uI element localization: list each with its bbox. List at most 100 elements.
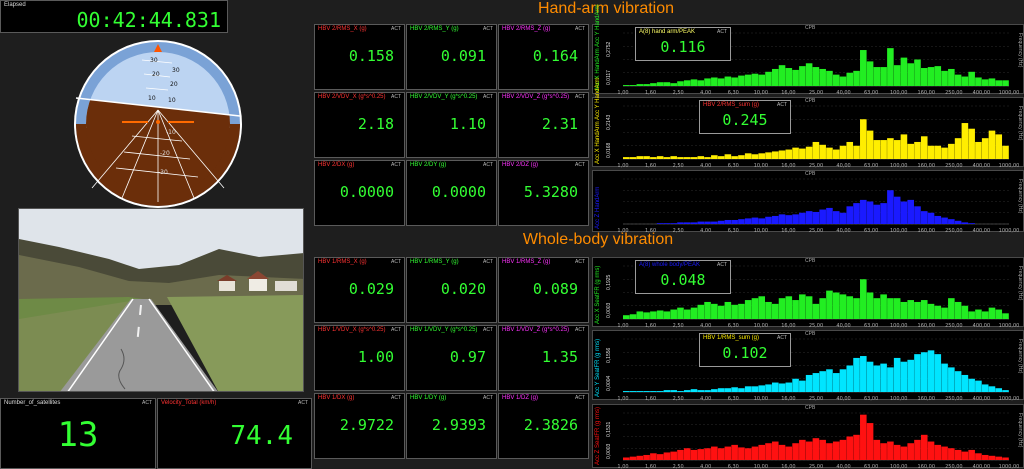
metric-value: 0.164 [532,47,578,65]
spectrum-bar [819,298,826,319]
spectrum-bar [900,201,908,224]
spectrum-bar [812,438,820,460]
spectrum-bar [724,446,732,460]
overlay-label: HBV 1/RMS_sum (g) [703,335,760,341]
x-tick-label: 25,00 [809,163,823,168]
x-tick-label: 40,00 [836,163,850,168]
spectrum-bar [927,350,935,392]
spectrum-bar [846,72,854,86]
x-tick-label: 1,60 [645,90,656,95]
spectrum-bar [893,65,901,86]
spectrum-bar [765,152,772,160]
x-tick-label: 16,00 [781,396,795,401]
spectrum-bar [805,63,813,86]
spectrum-bar [792,214,799,224]
spectrum-bar [954,138,962,159]
spectrum-bar [927,145,935,159]
spectrum-bar [907,359,914,392]
spectrum-bar [934,444,942,460]
x-tick-label: 16,00 [781,163,795,168]
spectrum-bar [629,157,637,159]
spectrum-bar [941,363,948,392]
metric-value: 2.9722 [339,416,394,434]
act-indicator: ACT [575,327,585,333]
spectrum-bar [920,300,928,319]
spectrum-bar [704,301,711,319]
x-tick-label: 6,30 [728,396,739,401]
spectrum-bar [893,196,901,224]
spectrum-bar [832,292,840,319]
spectrum-bar [697,221,705,224]
elapsed-value: 00:42:44.831 [76,8,222,32]
x-tick-label: 1,60 [645,323,656,328]
spectrum-bar [785,215,793,224]
whole-body-metric-cell: HBV 1/DX (g) ACT 2.9722 [314,393,405,459]
spectrum-bar [988,78,996,86]
hand-arm-metric-cell: HBV 2/DX (g) ACT 0.0000 [314,160,405,226]
x-tick-label: 6,30 [728,464,739,469]
frequency-axis-label: Frequency (Hz) [1017,179,1023,214]
spectrum-bar [826,290,833,319]
hand-arm-metric-cell: HBV 2/RMS_X (g) ACT 0.158 [314,24,405,90]
spectrum-bar [920,211,928,224]
frequency-axis-label: Frequency (Hz) [1017,33,1023,68]
y-axis-label: Acc Z HandArm [595,186,601,229]
spectrum-bar [812,211,820,224]
spectrum-bar [771,303,779,319]
spectrum-bar [1002,80,1009,86]
act-indicator: ACT [391,259,401,265]
spectrum-bar [724,219,732,224]
elapsed-label: Elapsed [4,2,26,8]
spectrum-bar [860,119,867,159]
spectrum-bar [656,82,664,86]
spectrum-bar [690,307,698,319]
act-indicator: ACT [391,94,401,100]
spectrum-bar [826,147,833,159]
spectrum-bar [663,157,671,159]
spectrum-bar [724,154,732,159]
x-tick-label: 1000,00 [999,163,1020,168]
cpb-label: CPB [805,258,816,264]
spectrum-bar [860,279,867,319]
spectrum-bar [860,50,867,86]
spectrum-bar [907,443,914,460]
spectrum-bar [1002,457,1009,460]
spectrum-bar [765,384,772,392]
spectrum-bar [839,294,847,319]
spectrum-bar [995,388,1003,392]
spectrum-bar [934,215,942,224]
hand-arm-metric-cell: HBV 2/VDV_Z (g*s^0.25) ACT 2.31 [498,92,589,158]
x-tick-label: 400,00 [973,163,991,168]
y-limit-label: 0,1556 [606,347,612,363]
spectrum-bar [656,391,664,392]
x-tick-label: 250,00 [945,396,963,401]
x-tick-label: 1,60 [645,163,656,168]
cpb-label: CPB [805,25,816,31]
x-tick-label: 63,00 [864,163,878,168]
spectrum-bar [683,222,691,224]
spectrum-bar [623,457,630,460]
spectrum-bar [880,443,887,460]
x-tick-label: 1,60 [645,464,656,469]
metric-value: 0.091 [440,47,486,65]
overlay-label: A(8) whole body/PEAK [639,262,701,268]
spectrum-bar [907,63,914,86]
spectrum-bar [738,219,745,224]
spectrum-bar [975,453,982,460]
whole-body-metric-cell: HBV 1/RMS_Z (g) ACT 0.089 [498,257,589,323]
spectrum-bar [629,85,637,86]
x-tick-label: 10,00 [754,396,768,401]
spectrum-bar [629,314,637,319]
spectrum-bar [650,83,657,86]
x-tick-label: 400,00 [973,228,991,233]
act-indicator: ACT [717,29,727,35]
metric-value: 0.0000 [339,183,394,201]
x-tick-label: 4,00 [700,464,711,469]
x-tick-label: 4,00 [700,163,711,168]
hand-arm-metric-cell: HBV 2/RMS_Z (g) ACT 0.164 [498,24,589,90]
spectrum-bar [981,311,989,319]
overlay-value-box: HBV 2/RMS_sum (g) ACT 0.245 [699,100,791,134]
spectrum-bar [927,441,935,460]
spectrum-bar [629,391,637,392]
spectrum-bar [690,79,698,87]
